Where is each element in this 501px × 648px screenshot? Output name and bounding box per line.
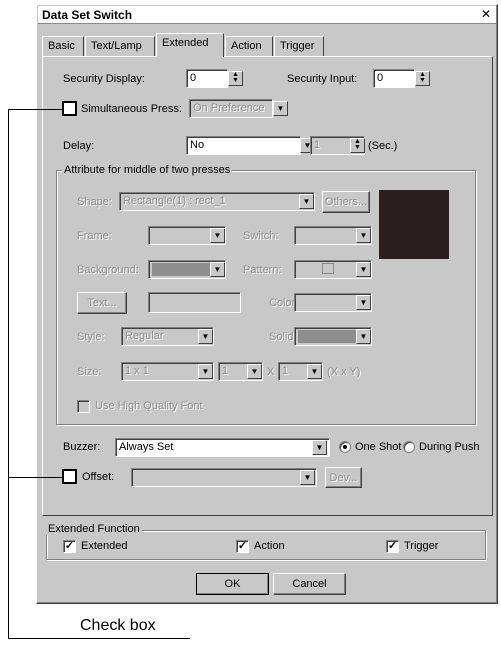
security-input-spinner[interactable]: ▲ ▼: [415, 71, 430, 86]
delay-label: Delay:: [63, 140, 95, 152]
chevron-down-icon: ▼: [198, 329, 213, 344]
shape-select: Rectangle(1) : rect_1: [119, 192, 315, 211]
window-title: Data Set Switch: [42, 8, 133, 22]
during-push-label: During Push: [419, 441, 480, 453]
security-input-label: Security Input:: [287, 73, 358, 85]
action-label: Action: [254, 540, 285, 552]
buzzer-select[interactable]: Always Set: [115, 438, 330, 457]
solid-label: Solid:: [269, 331, 297, 343]
hq-font-label: Use High Quality Font: [95, 400, 203, 412]
trigger-checkbox[interactable]: ✓: [386, 540, 399, 553]
frame-label: Frame:: [77, 230, 112, 242]
others-button: Others...: [322, 191, 370, 213]
tab-trigger[interactable]: Trigger: [274, 36, 324, 56]
size-times-label: X: [267, 366, 275, 378]
hq-font-checkbox: [77, 400, 90, 413]
chevron-down-icon: ▼: [307, 364, 322, 379]
tab-extended[interactable]: Extended: [156, 33, 224, 57]
chevron-down-icon: ▼: [299, 194, 314, 209]
offset-label: Offset:: [82, 471, 115, 483]
size-unit-label: (X x Y): [327, 366, 361, 378]
pattern-label: Pattern:: [243, 264, 282, 276]
chevron-down-icon: ▼: [247, 364, 262, 379]
chevron-down-icon: ▼: [273, 101, 288, 116]
security-display-input[interactable]: 0: [186, 69, 228, 88]
background-label: Background:: [77, 264, 139, 276]
chevron-down-icon: ▼: [198, 364, 213, 379]
offset-select: [131, 468, 317, 487]
one-shot-radio[interactable]: [339, 441, 351, 453]
buzzer-label: Buzzer:: [63, 441, 101, 453]
security-display-spinner[interactable]: ▲ ▼: [228, 71, 243, 86]
shape-preview: [379, 190, 449, 259]
delay-seconds-spinner: ▲ ▼: [350, 138, 365, 153]
callout-line-middle: [8, 477, 62, 478]
switch-label: Switch:: [243, 230, 279, 242]
delay-unit-label: (Sec.): [368, 140, 398, 152]
cancel-button[interactable]: Cancel: [273, 573, 346, 595]
extended-label: Extended: [81, 540, 128, 552]
style-label: Style:: [77, 331, 105, 343]
tab-text-lamp[interactable]: Text/Lamp: [85, 36, 155, 56]
callout-vertical-line: [8, 109, 9, 638]
tab-action[interactable]: Action: [225, 36, 273, 56]
chevron-down-icon: ▼: [300, 470, 315, 485]
text-field: [148, 292, 241, 313]
simultaneous-press-label: Simultaneous Press:: [81, 103, 182, 115]
close-icon[interactable]: ✕: [478, 8, 494, 22]
one-shot-label: One Shot: [355, 441, 402, 453]
chevron-down-icon[interactable]: ▼: [312, 440, 327, 455]
security-display-label: Security Display:: [63, 73, 145, 85]
callout-line-top: [8, 109, 62, 110]
text-button: Text...: [77, 292, 127, 314]
offset-checkbox[interactable]: [62, 469, 77, 484]
simultaneous-press-checkbox[interactable]: [62, 101, 77, 116]
chevron-down-icon: ▼: [356, 262, 371, 277]
during-push-radio[interactable]: [403, 441, 415, 453]
action-checkbox[interactable]: ✓: [236, 540, 249, 553]
chevron-down-icon: ▼: [356, 295, 371, 310]
callout-line-bottom: [8, 638, 190, 639]
tab-basic[interactable]: Basic: [42, 36, 84, 56]
simultaneous-press-select: On Preference: [189, 99, 273, 118]
chevron-down-icon: ▼: [356, 329, 371, 344]
size-label: Size:: [77, 366, 102, 378]
extended-function-title: Extended Function: [46, 523, 142, 535]
annotation-caption: Check box: [80, 617, 156, 634]
delay-select[interactable]: No: [186, 136, 301, 155]
chevron-down-icon: ▼: [210, 228, 225, 243]
ok-button[interactable]: OK: [196, 573, 269, 595]
security-input-field[interactable]: 0: [373, 69, 415, 88]
shape-label: Shape:: [77, 196, 112, 208]
attribute-group-title: Attribute for middle of two presses: [62, 164, 233, 176]
dev-button: Dev...: [325, 467, 362, 488]
extended-checkbox[interactable]: ✓: [63, 540, 76, 553]
chevron-down-icon: ▼: [210, 262, 225, 277]
trigger-label: Trigger: [404, 540, 439, 552]
chevron-down-icon: ▼: [356, 228, 371, 243]
